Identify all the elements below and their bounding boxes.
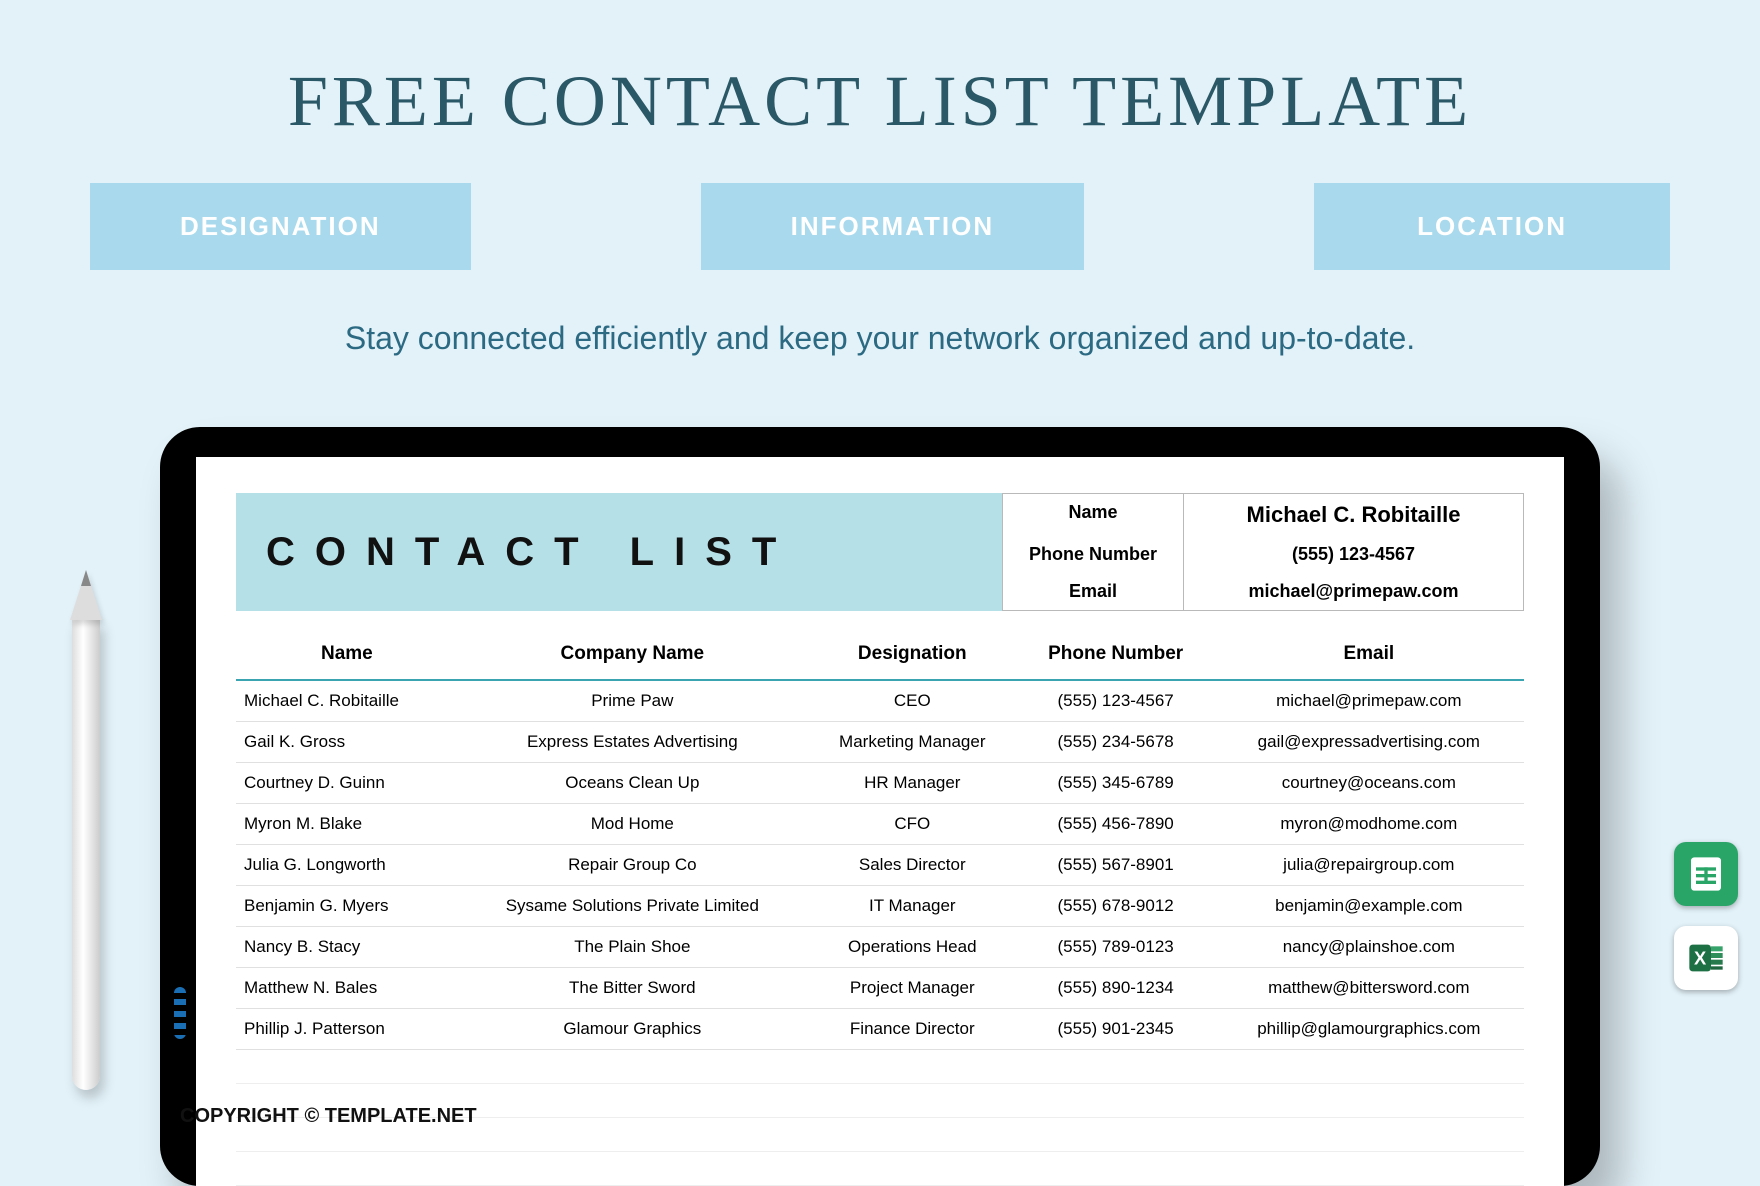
table-header-row: Name Company Name Designation Phone Numb…	[236, 629, 1524, 680]
col-company: Company Name	[458, 629, 807, 680]
tablet-frame: CONTACT LIST Name Michael C. Robitaille …	[160, 427, 1600, 1186]
table-row: Matthew N. BalesThe Bitter SwordProject …	[236, 968, 1524, 1009]
cell-name: Matthew N. Bales	[236, 968, 458, 1009]
copyright: COPYRIGHT © TEMPLATE.NET	[180, 1105, 477, 1128]
cell-company: Prime Paw	[458, 680, 807, 722]
excel-icon[interactable]: X	[1674, 926, 1738, 990]
cell-email: michael@primepaw.com	[1214, 680, 1524, 722]
cell-designation: Finance Director	[807, 1009, 1018, 1050]
cell-phone: (555) 789-0123	[1018, 927, 1214, 968]
cell-designation: Operations Head	[807, 927, 1018, 968]
format-badges: X	[1674, 842, 1738, 990]
cell-phone: (555) 123-4567	[1018, 680, 1214, 722]
cell-email: phillip@glamourgraphics.com	[1214, 1009, 1524, 1050]
table-row: Myron M. BlakeMod HomeCFO(555) 456-7890m…	[236, 804, 1524, 845]
tagline: Stay connected efficiently and keep your…	[0, 320, 1760, 357]
cell-email: benjamin@example.com	[1214, 886, 1524, 927]
cell-company: Glamour Graphics	[458, 1009, 807, 1050]
col-email: Email	[1214, 629, 1524, 680]
table-row: Gail K. GrossExpress Estates Advertising…	[236, 722, 1524, 763]
chip-row: DESIGNATION INFORMATION LOCATION	[90, 183, 1670, 270]
cell-designation: CFO	[807, 804, 1018, 845]
cell-designation: HR Manager	[807, 763, 1018, 804]
owner-card: Name Michael C. Robitaille Phone Number …	[1002, 493, 1524, 611]
doc-title-bar: CONTACT LIST	[236, 493, 1002, 611]
cell-name: Michael C. Robitaille	[236, 680, 458, 722]
table-row: Michael C. RobitaillePrime PawCEO(555) 1…	[236, 680, 1524, 722]
cell-phone: (555) 890-1234	[1018, 968, 1214, 1009]
cell-designation: Sales Director	[807, 845, 1018, 886]
cell-phone: (555) 234-5678	[1018, 722, 1214, 763]
col-name: Name	[236, 629, 458, 680]
cell-company: Express Estates Advertising	[458, 722, 807, 763]
cell-name: Gail K. Gross	[236, 722, 458, 763]
cell-phone: (555) 567-8901	[1018, 845, 1214, 886]
cell-name: Phillip J. Patterson	[236, 1009, 458, 1050]
table-row: Phillip J. PattersonGlamour GraphicsFina…	[236, 1009, 1524, 1050]
google-sheets-icon[interactable]	[1674, 842, 1738, 906]
table-row: Nancy B. StacyThe Plain ShoeOperations H…	[236, 927, 1524, 968]
pencil-graphic	[70, 570, 102, 1090]
cell-phone: (555) 678-9012	[1018, 886, 1214, 927]
cell-company: Oceans Clean Up	[458, 763, 807, 804]
page-title: FREE CONTACT LIST TEMPLATE	[0, 0, 1760, 183]
cell-name: Julia G. Longworth	[236, 845, 458, 886]
table-row: Courtney D. GuinnOceans Clean UpHR Manag…	[236, 763, 1524, 804]
cell-phone: (555) 456-7890	[1018, 804, 1214, 845]
cell-name: Courtney D. Guinn	[236, 763, 458, 804]
chip-information: INFORMATION	[701, 183, 1085, 270]
doc-title: CONTACT LIST	[266, 530, 796, 575]
cell-phone: (555) 345-6789	[1018, 763, 1214, 804]
cell-email: myron@modhome.com	[1214, 804, 1524, 845]
chip-designation: DESIGNATION	[90, 183, 471, 270]
cell-designation: Project Manager	[807, 968, 1018, 1009]
col-designation: Designation	[807, 629, 1018, 680]
owner-phone-label: Phone Number	[1003, 536, 1183, 573]
cell-company: Sysame Solutions Private Limited	[458, 886, 807, 927]
cell-email: matthew@bittersword.com	[1214, 968, 1524, 1009]
cell-company: The Bitter Sword	[458, 968, 807, 1009]
cell-email: courtney@oceans.com	[1214, 763, 1524, 804]
table-row: Benjamin G. MyersSysame Solutions Privat…	[236, 886, 1524, 927]
table-row-empty	[236, 1050, 1524, 1084]
cell-name: Myron M. Blake	[236, 804, 458, 845]
cell-designation: IT Manager	[807, 886, 1018, 927]
col-phone: Phone Number	[1018, 629, 1214, 680]
owner-email: michael@primepaw.com	[1183, 573, 1523, 610]
cell-phone: (555) 901-2345	[1018, 1009, 1214, 1050]
cell-email: gail@expressadvertising.com	[1214, 722, 1524, 763]
cell-name: Nancy B. Stacy	[236, 927, 458, 968]
chip-location: LOCATION	[1314, 183, 1670, 270]
owner-email-label: Email	[1003, 573, 1183, 610]
contacts-table: Name Company Name Designation Phone Numb…	[236, 629, 1524, 1186]
document-screen: CONTACT LIST Name Michael C. Robitaille …	[196, 457, 1564, 1186]
cell-designation: CEO	[807, 680, 1018, 722]
table-row-empty	[236, 1152, 1524, 1186]
table-row: Julia G. LongworthRepair Group CoSales D…	[236, 845, 1524, 886]
cell-name: Benjamin G. Myers	[236, 886, 458, 927]
cell-email: julia@repairgroup.com	[1214, 845, 1524, 886]
svg-text:X: X	[1694, 948, 1707, 969]
cell-designation: Marketing Manager	[807, 722, 1018, 763]
owner-phone: (555) 123-4567	[1183, 536, 1523, 573]
cell-email: nancy@plainshoe.com	[1214, 927, 1524, 968]
cell-company: The Plain Shoe	[458, 927, 807, 968]
owner-name-label: Name	[1003, 494, 1183, 536]
cell-company: Mod Home	[458, 804, 807, 845]
cell-company: Repair Group Co	[458, 845, 807, 886]
owner-name: Michael C. Robitaille	[1183, 494, 1523, 536]
